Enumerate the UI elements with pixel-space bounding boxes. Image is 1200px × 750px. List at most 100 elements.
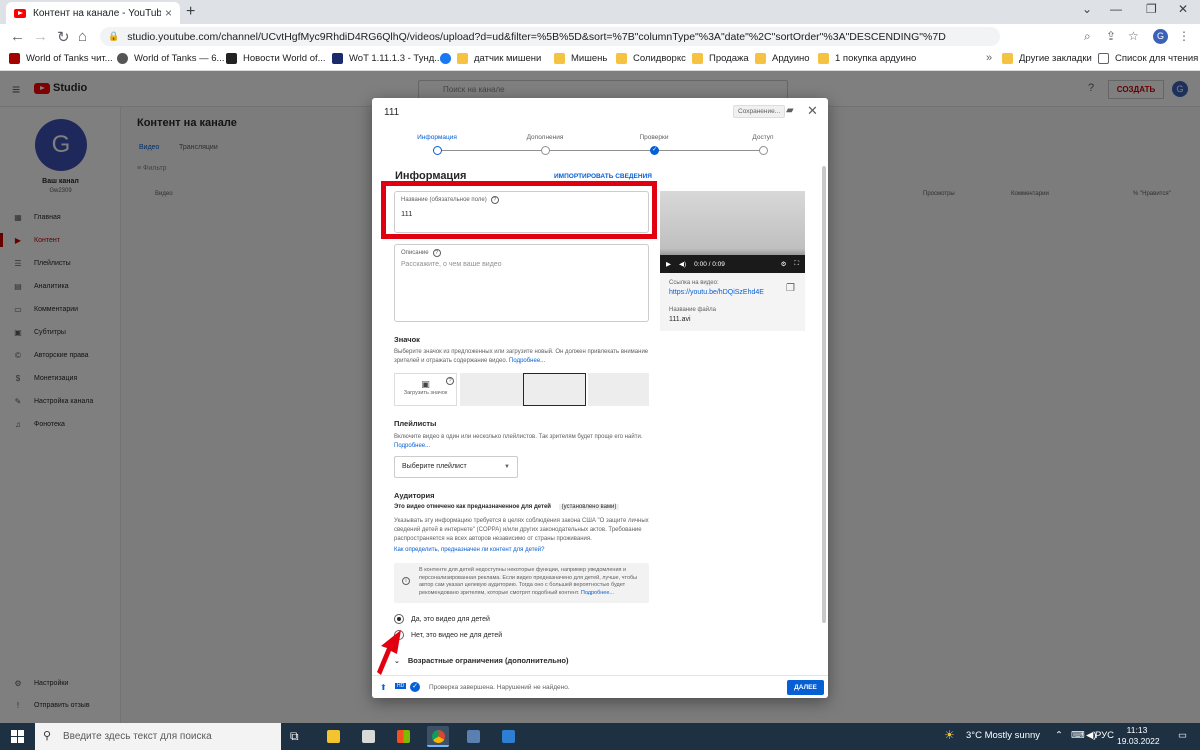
windows-start-icon[interactable] bbox=[11, 730, 24, 743]
step-dot bbox=[541, 146, 550, 155]
bookmark-item[interactable]: Ардуино bbox=[755, 53, 810, 64]
more-link[interactable]: Подробнее... bbox=[581, 590, 614, 596]
play-icon[interactable]: ▶ bbox=[666, 260, 671, 268]
store-icon bbox=[397, 730, 410, 743]
bookmark-item[interactable]: Новости World of... bbox=[226, 53, 326, 64]
more-bookmarks-icon[interactable]: » bbox=[986, 52, 992, 64]
video-link[interactable]: https://youtu.be/hDQiSzEhd4E bbox=[669, 289, 764, 296]
search-icon: ⚲ bbox=[43, 730, 52, 742]
home-icon[interactable]: ⌂ bbox=[78, 28, 87, 45]
bookmark-item[interactable]: WoT 1.11.1.3 - Тунд... bbox=[332, 53, 442, 64]
step-dot bbox=[759, 146, 768, 155]
other-bookmarks[interactable]: Другие закладки bbox=[1002, 53, 1092, 64]
bookmark-item[interactable]: Продажа bbox=[692, 53, 749, 64]
minimize-icon[interactable]: — bbox=[1110, 2, 1122, 16]
import-details-link[interactable]: ИМПОРТИРОВАТЬ СВЕДЕНИЯ bbox=[554, 173, 652, 180]
language-indicator[interactable]: РУС bbox=[1095, 730, 1114, 741]
step-elements[interactable]: Дополнения bbox=[510, 134, 580, 141]
close-icon[interactable]: ✕ bbox=[807, 103, 818, 119]
chrome-app[interactable] bbox=[427, 726, 449, 747]
network-icon[interactable]: ⌨ bbox=[1071, 730, 1085, 741]
reading-list[interactable]: Список для чтения bbox=[1098, 53, 1198, 64]
thumbnail-option[interactable] bbox=[588, 373, 649, 406]
radio-not-made-for-kids[interactable]: Нет, это видео не для детей bbox=[394, 630, 502, 640]
photos-app[interactable] bbox=[497, 726, 519, 747]
fullscreen-icon[interactable]: ⛶ bbox=[794, 260, 799, 268]
menu-dots-icon[interactable]: ⋮ bbox=[1178, 29, 1190, 43]
step-dot bbox=[433, 146, 442, 155]
bookmark-item[interactable]: Мишень bbox=[554, 53, 607, 64]
radio-made-for-kids[interactable]: Да, это видео для детей bbox=[394, 614, 490, 624]
description-field[interactable]: Описание? Расскажите, о чем ваше видео bbox=[394, 244, 649, 322]
back-icon[interactable]: ← bbox=[10, 28, 25, 45]
google-lens-icon[interactable]: ⌕ bbox=[1084, 29, 1091, 44]
profile-avatar[interactable]: G bbox=[1153, 29, 1168, 44]
step-details[interactable]: Информация bbox=[402, 134, 472, 141]
audience-help-link[interactable]: Как определить, предназначен ли контент … bbox=[394, 546, 656, 555]
taskbar-search-input[interactable]: ⚲ Введите здесь текст для поиска bbox=[35, 723, 281, 750]
video-controls: ▶ ◀) 0:00 / 0:09 ⚙ ⛶ bbox=[660, 255, 805, 273]
video-preview-card: ▶ ◀) 0:00 / 0:09 ⚙ ⛶ Ссылка на видео: ht… bbox=[660, 191, 805, 331]
browser-tab[interactable]: Контент на канале - YouTube Studio × bbox=[6, 2, 180, 24]
store-app[interactable] bbox=[392, 726, 414, 747]
check-circle-icon: ✓ bbox=[410, 682, 420, 692]
new-tab-icon[interactable]: + bbox=[186, 3, 195, 21]
volume-icon[interactable]: ◀) bbox=[679, 260, 686, 268]
playlist-select[interactable]: Выберите плейлист ▼ bbox=[394, 456, 518, 478]
bookmark-item[interactable]: 1 покупка ардуино bbox=[818, 53, 916, 64]
audience-title: Аудитория bbox=[394, 491, 435, 500]
folder-icon bbox=[327, 730, 340, 743]
help-icon[interactable]: ? bbox=[446, 377, 454, 385]
forward-icon[interactable]: → bbox=[33, 28, 48, 45]
red-highlight-box bbox=[381, 181, 657, 239]
more-link[interactable]: Подробнее... bbox=[394, 443, 430, 449]
notifications-icon[interactable]: ▭ bbox=[1178, 730, 1187, 741]
upload-thumbnail-label: Загрузить значок bbox=[403, 390, 448, 396]
bookmark-item[interactable]: World of Tanks чит... bbox=[9, 53, 113, 64]
photos-icon bbox=[502, 730, 515, 743]
share-icon[interactable]: ⇪ bbox=[1106, 29, 1116, 43]
file-explorer-app[interactable] bbox=[322, 726, 344, 747]
weather-icon: ☀ bbox=[944, 728, 955, 742]
thumbnail-title: Значок bbox=[394, 335, 420, 344]
gear-icon[interactable]: ⚙ bbox=[781, 260, 787, 268]
copy-icon[interactable]: ❐ bbox=[786, 283, 795, 294]
filename-label: Название файла bbox=[669, 307, 716, 313]
task-view-icon[interactable]: ⧉ bbox=[290, 729, 299, 744]
url-field[interactable]: 🔒 studio.youtube.com/channel/UCvtHgfMyc9… bbox=[100, 27, 1000, 46]
bookmark-star-icon[interactable]: ☆ bbox=[1128, 29, 1139, 43]
thumbnail-option-selected[interactable] bbox=[523, 373, 586, 406]
more-link[interactable]: Подробнее... bbox=[509, 358, 545, 364]
close-window-icon[interactable]: ✕ bbox=[1178, 2, 1188, 16]
description-field-label: Описание bbox=[401, 250, 429, 256]
calculator-app[interactable] bbox=[357, 726, 379, 747]
chevron-up-icon[interactable]: ⌃ bbox=[1055, 730, 1063, 741]
help-icon[interactable]: ? bbox=[432, 249, 441, 257]
restore-icon[interactable]: ❐ bbox=[1146, 2, 1157, 16]
tab-title: Контент на канале - YouTube Studio bbox=[33, 7, 161, 19]
upload-thumbnail-button[interactable]: ▣ Загрузить значок ? bbox=[394, 373, 457, 406]
video-link-label: Ссылка на видео: bbox=[669, 280, 719, 286]
bookmark-item[interactable]: World of Tanks — 6... bbox=[117, 53, 224, 64]
bookmark-item[interactable]: датчик мишени bbox=[440, 53, 541, 64]
system-clock[interactable]: 11:13 19.03.2022 bbox=[1117, 725, 1160, 747]
close-tab-icon[interactable]: × bbox=[165, 6, 172, 20]
chevron-down-icon[interactable]: ⌄ bbox=[1082, 2, 1092, 16]
video-player[interactable]: ▶ ◀) 0:00 / 0:09 ⚙ ⛶ bbox=[660, 191, 805, 273]
next-button[interactable]: ДАЛЕЕ bbox=[787, 680, 824, 695]
dialog-scrollbar[interactable] bbox=[822, 166, 826, 623]
app-window[interactable] bbox=[462, 726, 484, 747]
age-restriction-toggle[interactable]: ⌄ Возрастные ограничения (дополнительно) bbox=[394, 656, 569, 665]
check-icon: ✓ bbox=[650, 146, 659, 155]
feedback-icon[interactable]: ▰ bbox=[786, 105, 794, 116]
chrome-icon bbox=[432, 730, 445, 743]
thumbnail-option[interactable] bbox=[460, 373, 523, 406]
audience-description: Указывать эту информацию требуется в цел… bbox=[394, 518, 649, 542]
saving-status: Сохранение... bbox=[733, 105, 786, 118]
step-visibility[interactable]: Доступ bbox=[728, 134, 798, 141]
address-bar-row: ← → ↻ ⌂ 🔒 studio.youtube.com/channel/UCv… bbox=[0, 24, 1200, 49]
weather-text[interactable]: 3°C Mostly sunny bbox=[966, 730, 1040, 741]
bookmark-item[interactable]: Солидворкс bbox=[616, 53, 686, 64]
reload-icon[interactable]: ↻ bbox=[57, 28, 70, 46]
step-checks[interactable]: Проверки bbox=[619, 134, 689, 141]
